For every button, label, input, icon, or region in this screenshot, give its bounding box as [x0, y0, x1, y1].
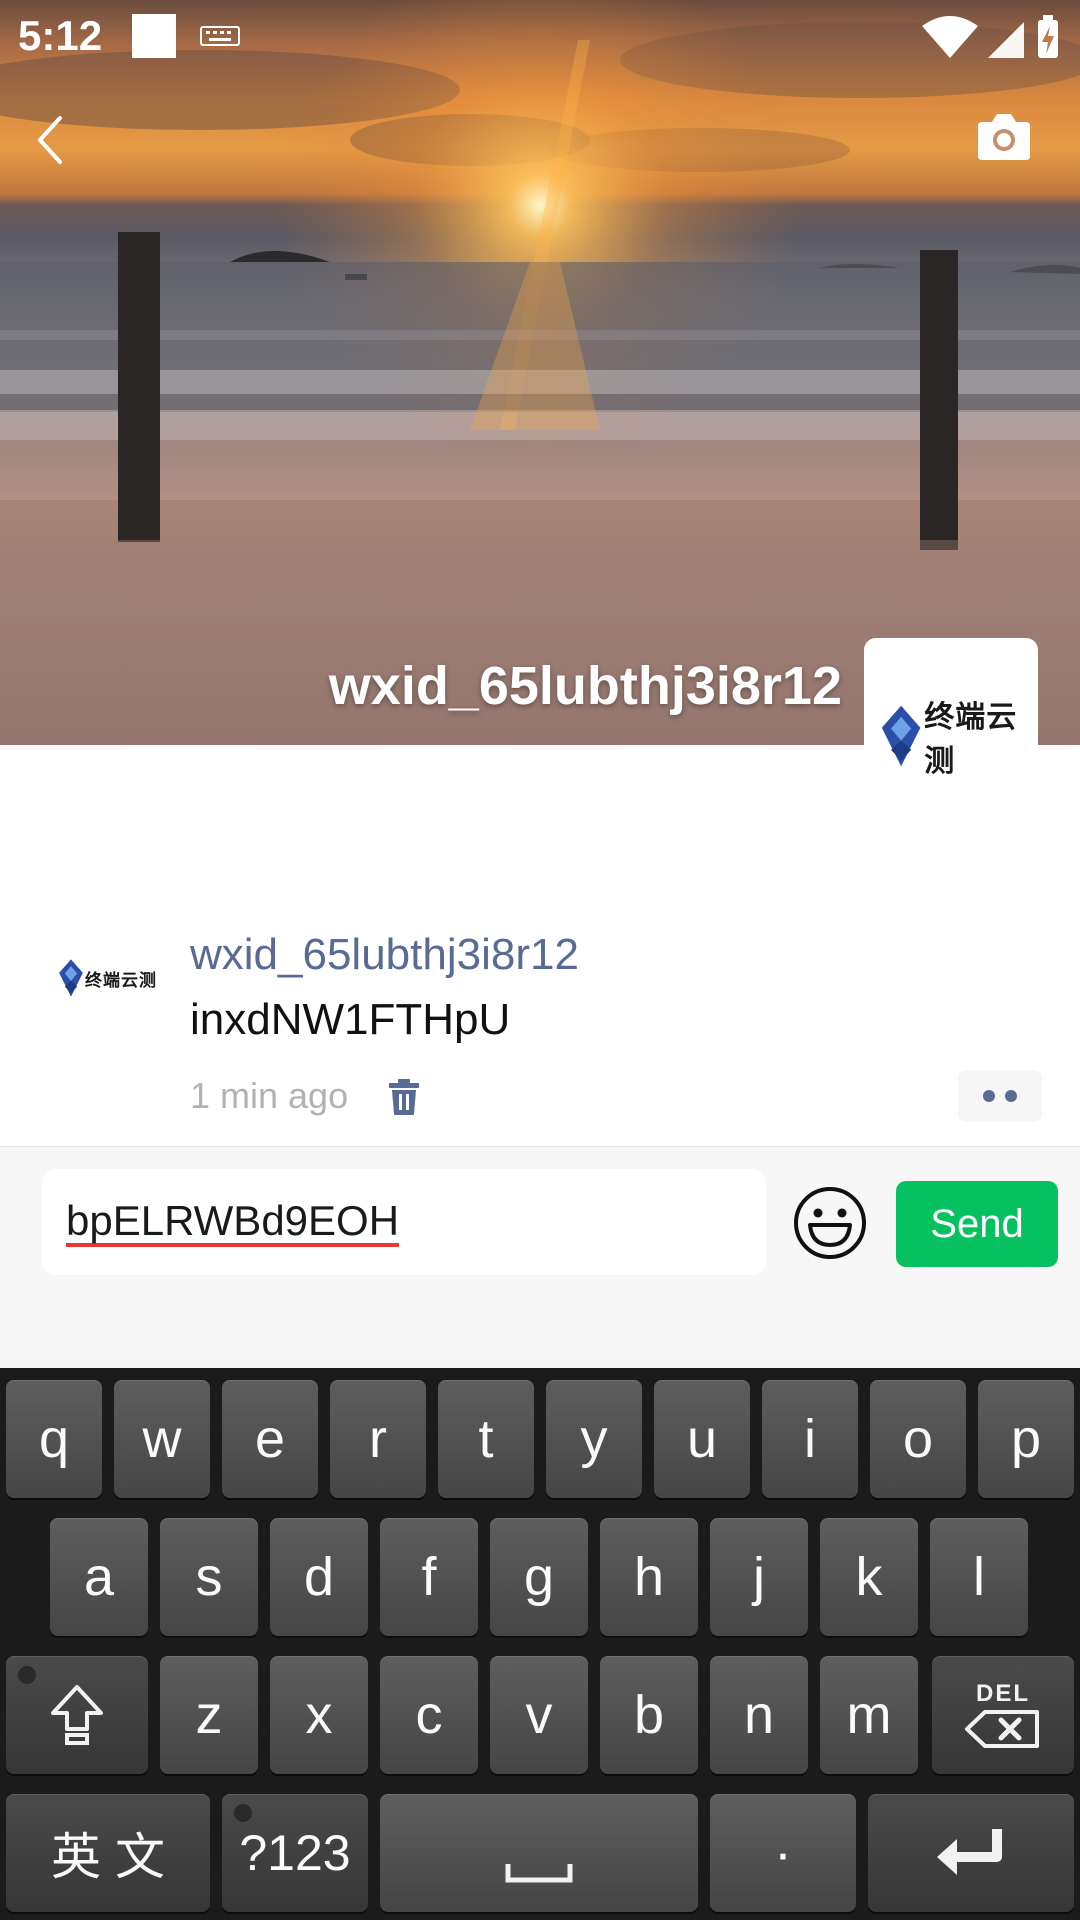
post-author[interactable]: wxid_65lubthj3i8r12 [190, 930, 579, 980]
key-g[interactable]: g [490, 1518, 588, 1636]
symbols-key[interactable]: ?123 [222, 1794, 368, 1912]
key-f[interactable]: f [380, 1518, 478, 1636]
camera-icon[interactable] [974, 112, 1034, 162]
key-r[interactable]: r [330, 1380, 426, 1498]
status-bar: 5:12 [0, 0, 1080, 75]
logo-mark-icon [881, 705, 921, 767]
key-m[interactable]: m [820, 1656, 918, 1774]
key-x[interactable]: x [270, 1656, 368, 1774]
key-a[interactable]: a [50, 1518, 148, 1636]
key-w[interactable]: w [114, 1380, 210, 1498]
emoji-icon[interactable] [792, 1185, 868, 1261]
space-icon [505, 1864, 573, 1883]
sunset-beach-image [0, 0, 1080, 745]
more-icon[interactable] [958, 1070, 1042, 1122]
key-s[interactable]: s [160, 1518, 258, 1636]
notification-icon [132, 14, 176, 58]
key-p[interactable]: p [978, 1380, 1074, 1498]
profile-avatar[interactable]: 终端云测 [864, 638, 1038, 812]
key-l[interactable]: l [930, 1518, 1028, 1636]
avatar-logo: 终端云测 [880, 692, 1038, 780]
delete-icon[interactable] [388, 1078, 420, 1116]
key-k[interactable]: k [820, 1518, 918, 1636]
shift-icon [51, 1685, 103, 1745]
comment-input-text: bpELRWBd9EOH [66, 1199, 400, 1247]
post-text: inxdNW1FTHpU [190, 995, 511, 1044]
shift-key[interactable] [6, 1656, 148, 1774]
enter-key[interactable] [868, 1794, 1074, 1912]
key-e[interactable]: e [222, 1380, 318, 1498]
delete-key[interactable]: DEL [932, 1656, 1074, 1774]
key-i[interactable]: i [762, 1380, 858, 1498]
back-icon[interactable] [30, 110, 74, 170]
key-n[interactable]: n [710, 1656, 808, 1774]
comment-bar: bpELRWBd9EOH Send [0, 1146, 1080, 1369]
key-h[interactable]: h [600, 1518, 698, 1636]
delete-key-icon [965, 1710, 1039, 1748]
key-y[interactable]: y [546, 1380, 642, 1498]
signal-icon [988, 22, 1024, 58]
logo-mark-icon [59, 959, 83, 997]
key-z[interactable]: z [160, 1656, 258, 1774]
post-time: 1 min ago [190, 1075, 349, 1116]
key-c[interactable]: c [380, 1656, 478, 1774]
cover-photo[interactable] [0, 0, 1080, 745]
wifi-icon [922, 16, 978, 58]
key-v[interactable]: v [490, 1656, 588, 1774]
profile-name: wxid_65lubthj3i8r12 [328, 656, 842, 716]
key-q[interactable]: q [6, 1380, 102, 1498]
key-j[interactable]: j [710, 1518, 808, 1636]
key-u[interactable]: u [654, 1380, 750, 1498]
soft-keyboard: q w e r t y u i o p a s d f g h j k l z … [0, 1368, 1080, 1920]
key-t[interactable]: t [438, 1380, 534, 1498]
comment-input[interactable]: bpELRWBd9EOH [42, 1169, 766, 1275]
period-key[interactable]: · [710, 1794, 856, 1912]
status-time: 5:12 [18, 12, 103, 59]
key-o[interactable]: o [870, 1380, 966, 1498]
key-d[interactable]: d [270, 1518, 368, 1636]
battery-icon [1038, 15, 1058, 58]
send-button[interactable]: Send [896, 1181, 1058, 1267]
enter-icon [937, 1829, 1002, 1875]
space-key[interactable] [380, 1794, 698, 1912]
post-avatar[interactable]: 终端云测 [58, 945, 158, 1015]
post-avatar-logo: 终端云测 [58, 957, 157, 999]
key-b[interactable]: b [600, 1656, 698, 1774]
keyboard-status-icon [200, 26, 240, 46]
status-icons [922, 15, 1058, 58]
language-key[interactable]: 英 文 [6, 1794, 210, 1912]
